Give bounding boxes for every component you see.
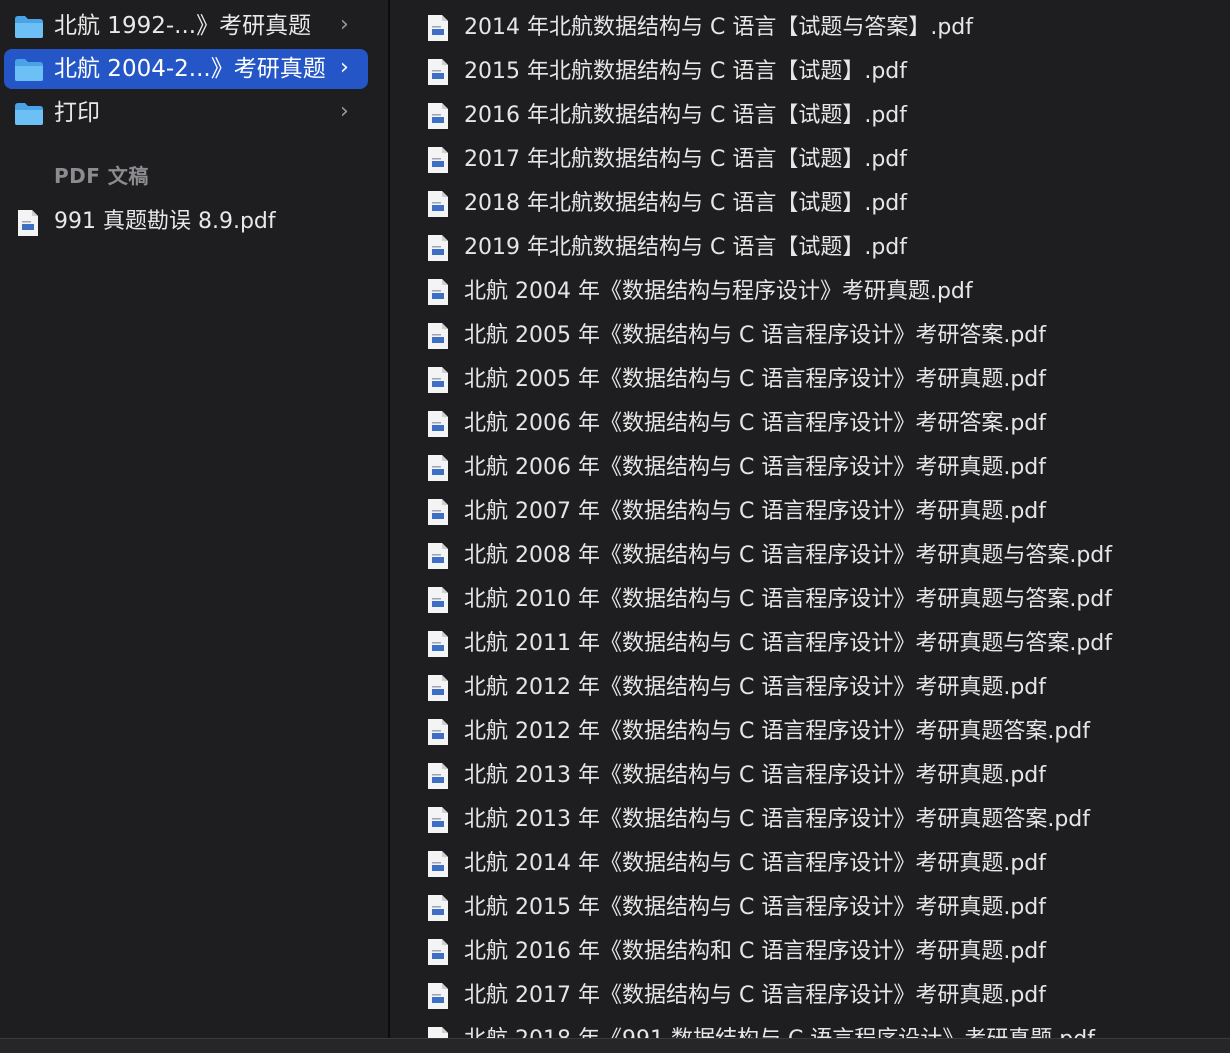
pdf-document-icon <box>428 631 448 657</box>
pdf-document-icon <box>428 59 448 85</box>
sidebar-column: 北航 1992-...》考研真题 › 北航 2004-2...》考研真题 › 打… <box>0 0 388 1052</box>
pdf-document-icon <box>18 210 38 236</box>
file-row[interactable]: 北航 2011 年《数据结构与 C 语言程序设计》考研真题与答案.pdf <box>424 622 1224 666</box>
file-name: 北航 2008 年《数据结构与 C 语言程序设计》考研真题与答案.pdf <box>464 543 1112 568</box>
file-row[interactable]: 北航 2006 年《数据结构与 C 语言程序设计》考研真题.pdf <box>424 446 1224 490</box>
file-name: 2016 年北航数据结构与 C 语言【试题】.pdf <box>464 103 907 128</box>
folder-icon <box>15 59 43 81</box>
file-row[interactable]: 北航 2004 年《数据结构与程序设计》考研真题.pdf <box>424 270 1224 314</box>
file-row[interactable]: 北航 2018 年《991 数据结构与 C 语言程序设计》考研真题.pdf <box>424 1018 1224 1040</box>
pdf-document-icon <box>428 455 448 481</box>
file-row[interactable]: 2015 年北航数据结构与 C 语言【试题】.pdf <box>424 50 1224 94</box>
pdf-document-icon <box>428 543 448 569</box>
file-name: 北航 2018 年《991 数据结构与 C 语言程序设计》考研真题.pdf <box>464 1027 1095 1040</box>
pdf-document-icon <box>428 807 448 833</box>
chevron-right-icon: › <box>340 99 349 124</box>
file-name: 北航 2011 年《数据结构与 C 语言程序设计》考研真题与答案.pdf <box>464 631 1112 656</box>
file-row[interactable]: 北航 2007 年《数据结构与 C 语言程序设计》考研真题.pdf <box>424 490 1224 534</box>
pdf-document-icon <box>428 939 448 965</box>
pdf-document-icon <box>428 103 448 129</box>
file-name: 北航 2010 年《数据结构与 C 语言程序设计》考研真题与答案.pdf <box>464 587 1112 612</box>
file-row-errata[interactable]: 991 真题勘误 8.9.pdf <box>4 202 368 242</box>
file-row[interactable]: 2014 年北航数据结构与 C 语言【试题与答案】.pdf <box>424 6 1224 50</box>
pdf-document-icon <box>428 147 448 173</box>
file-name: 北航 2014 年《数据结构与 C 语言程序设计》考研真题.pdf <box>464 851 1046 876</box>
file-list-column: 2014 年北航数据结构与 C 语言【试题与答案】.pdf 2015 年北航数据结… <box>390 0 1230 1040</box>
file-row[interactable]: 北航 2010 年《数据结构与 C 语言程序设计》考研真题与答案.pdf <box>424 578 1224 622</box>
pdf-document-icon <box>428 895 448 921</box>
file-row[interactable]: 北航 2012 年《数据结构与 C 语言程序设计》考研真题答案.pdf <box>424 710 1224 754</box>
folder-label: 北航 1992-...》考研真题 <box>54 13 312 39</box>
file-row[interactable]: 北航 2008 年《数据结构与 C 语言程序设计》考研真题与答案.pdf <box>424 534 1224 578</box>
file-row[interactable]: 2018 年北航数据结构与 C 语言【试题】.pdf <box>424 182 1224 226</box>
pdf-document-icon <box>428 323 448 349</box>
pdf-document-icon <box>428 411 448 437</box>
pdf-document-icon <box>428 235 448 261</box>
pdf-document-icon <box>428 851 448 877</box>
file-row[interactable]: 2019 年北航数据结构与 C 语言【试题】.pdf <box>424 226 1224 270</box>
file-name: 北航 2013 年《数据结构与 C 语言程序设计》考研真题.pdf <box>464 763 1046 788</box>
chevron-right-icon: › <box>340 55 349 80</box>
file-row[interactable]: 北航 2006 年《数据结构与 C 语言程序设计》考研答案.pdf <box>424 402 1224 446</box>
folder-row-print[interactable]: 打印 › <box>4 93 368 133</box>
chevron-right-icon: › <box>340 12 349 37</box>
file-row[interactable]: 北航 2013 年《数据结构与 C 语言程序设计》考研真题答案.pdf <box>424 798 1224 842</box>
pdf-document-icon <box>428 983 448 1009</box>
file-row[interactable]: 北航 2012 年《数据结构与 C 语言程序设计》考研真题.pdf <box>424 666 1224 710</box>
folder-label: 北航 2004-2...》考研真题 <box>54 56 326 82</box>
file-row[interactable]: 北航 2016 年《数据结构和 C 语言程序设计》考研真题.pdf <box>424 930 1224 974</box>
file-name: 北航 2007 年《数据结构与 C 语言程序设计》考研真题.pdf <box>464 499 1046 524</box>
pdf-document-icon <box>428 675 448 701</box>
file-row[interactable]: 2016 年北航数据结构与 C 语言【试题】.pdf <box>424 94 1224 138</box>
file-name: 991 真题勘误 8.9.pdf <box>54 209 276 234</box>
file-name: 北航 2005 年《数据结构与 C 语言程序设计》考研真题.pdf <box>464 367 1046 392</box>
folder-row-2004[interactable]: 北航 2004-2...》考研真题 › <box>4 49 368 89</box>
horizontal-scrollbar[interactable] <box>0 1038 1230 1053</box>
folder-label: 打印 <box>54 100 100 126</box>
pdf-document-icon <box>428 763 448 789</box>
file-name: 2019 年北航数据结构与 C 语言【试题】.pdf <box>464 235 907 260</box>
file-name: 北航 2017 年《数据结构与 C 语言程序设计》考研真题.pdf <box>464 983 1046 1008</box>
file-name: 2018 年北航数据结构与 C 语言【试题】.pdf <box>464 191 907 216</box>
file-name: 北航 2005 年《数据结构与 C 语言程序设计》考研答案.pdf <box>464 323 1046 348</box>
file-row[interactable]: 北航 2005 年《数据结构与 C 语言程序设计》考研真题.pdf <box>424 358 1224 402</box>
pdf-document-icon <box>428 191 448 217</box>
folder-icon <box>15 16 43 38</box>
file-name: 北航 2012 年《数据结构与 C 语言程序设计》考研真题.pdf <box>464 675 1046 700</box>
file-name: 北航 2004 年《数据结构与程序设计》考研真题.pdf <box>464 279 973 304</box>
folder-icon <box>15 103 43 125</box>
pdf-document-icon <box>428 587 448 613</box>
file-name: 北航 2006 年《数据结构与 C 语言程序设计》考研真题.pdf <box>464 455 1046 480</box>
pdf-document-icon <box>428 15 448 41</box>
file-row[interactable]: 北航 2013 年《数据结构与 C 语言程序设计》考研真题.pdf <box>424 754 1224 798</box>
section-header-pdf: PDF 文稿 <box>54 164 149 188</box>
file-name: 2017 年北航数据结构与 C 语言【试题】.pdf <box>464 147 907 172</box>
file-name: 北航 2012 年《数据结构与 C 语言程序设计》考研真题答案.pdf <box>464 719 1090 744</box>
file-name: 北航 2013 年《数据结构与 C 语言程序设计》考研真题答案.pdf <box>464 807 1090 832</box>
pdf-document-icon <box>428 367 448 393</box>
file-name: 2014 年北航数据结构与 C 语言【试题与答案】.pdf <box>464 15 973 40</box>
folder-row-1992[interactable]: 北航 1992-...》考研真题 › <box>4 6 368 46</box>
file-row[interactable]: 北航 2017 年《数据结构与 C 语言程序设计》考研真题.pdf <box>424 974 1224 1018</box>
file-name: 北航 2006 年《数据结构与 C 语言程序设计》考研答案.pdf <box>464 411 1046 436</box>
file-row[interactable]: 北航 2005 年《数据结构与 C 语言程序设计》考研答案.pdf <box>424 314 1224 358</box>
file-row[interactable]: 北航 2015 年《数据结构与 C 语言程序设计》考研真题.pdf <box>424 886 1224 930</box>
file-name: 北航 2016 年《数据结构和 C 语言程序设计》考研真题.pdf <box>464 939 1046 964</box>
file-name: 北航 2015 年《数据结构与 C 语言程序设计》考研真题.pdf <box>464 895 1046 920</box>
pdf-document-icon <box>428 719 448 745</box>
pdf-document-icon <box>428 279 448 305</box>
file-name: 2015 年北航数据结构与 C 语言【试题】.pdf <box>464 59 907 84</box>
pdf-document-icon <box>428 499 448 525</box>
file-row[interactable]: 2017 年北航数据结构与 C 语言【试题】.pdf <box>424 138 1224 182</box>
file-row[interactable]: 北航 2014 年《数据结构与 C 语言程序设计》考研真题.pdf <box>424 842 1224 886</box>
